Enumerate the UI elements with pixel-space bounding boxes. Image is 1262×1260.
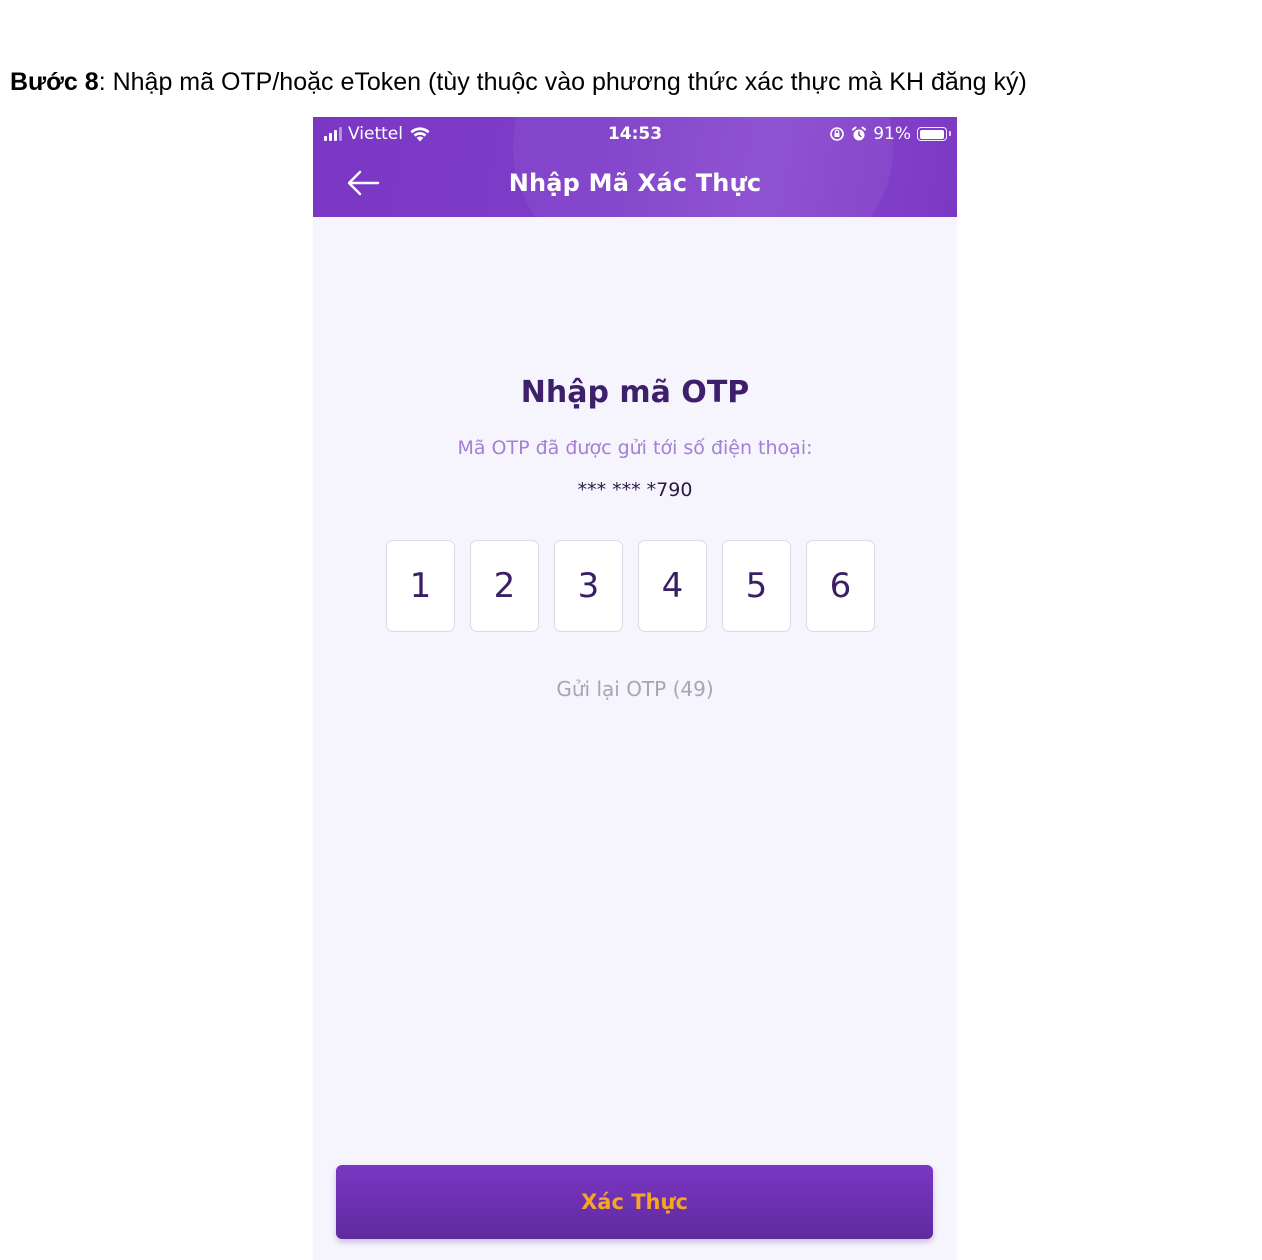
header-title: Nhập Mã Xác Thực bbox=[508, 169, 762, 197]
otp-digit-1[interactable]: 1 bbox=[386, 540, 455, 632]
otp-digit-4[interactable]: 4 bbox=[638, 540, 707, 632]
status-bar: Viettel 14:53 91% bbox=[313, 117, 957, 153]
masked-phone-number: *** *** *790 bbox=[577, 479, 693, 501]
step-description: : Nhập mã OTP/hoặc eToken (tùy thuộc vào… bbox=[98, 68, 1027, 96]
step-label: Bước 8 bbox=[10, 68, 99, 96]
otp-digit-3[interactable]: 3 bbox=[554, 540, 623, 632]
verify-button[interactable]: Xác Thực bbox=[336, 1165, 933, 1239]
app-header: Viettel 14:53 91% Nhập Mã Xác Thực bbox=[313, 117, 957, 217]
alarm-icon bbox=[852, 126, 867, 141]
otp-digit-6[interactable]: 6 bbox=[806, 540, 875, 632]
otp-subtitle: Mã OTP đã được gửi tới số điện thoại: bbox=[457, 437, 813, 459]
otp-title: Nhập mã OTP bbox=[520, 375, 750, 410]
status-right: 91% bbox=[829, 124, 951, 144]
rotation-lock-icon bbox=[830, 127, 845, 141]
otp-input-group: 1 2 3 4 5 6 bbox=[386, 540, 875, 632]
otp-digit-5[interactable]: 5 bbox=[722, 540, 791, 632]
otp-digit-2[interactable]: 2 bbox=[470, 540, 539, 632]
battery-icon bbox=[917, 127, 951, 141]
resend-otp-link[interactable]: Gửi lại OTP (49) bbox=[313, 677, 957, 701]
battery-percentage: 91% bbox=[873, 124, 911, 144]
phone-screen: Viettel 14:53 91% Nhập Mã Xác Thực Nhập … bbox=[313, 117, 957, 1260]
document-step-caption: Bước 8: Nhập mã OTP/hoặc eToken (tùy thu… bbox=[10, 68, 1027, 97]
